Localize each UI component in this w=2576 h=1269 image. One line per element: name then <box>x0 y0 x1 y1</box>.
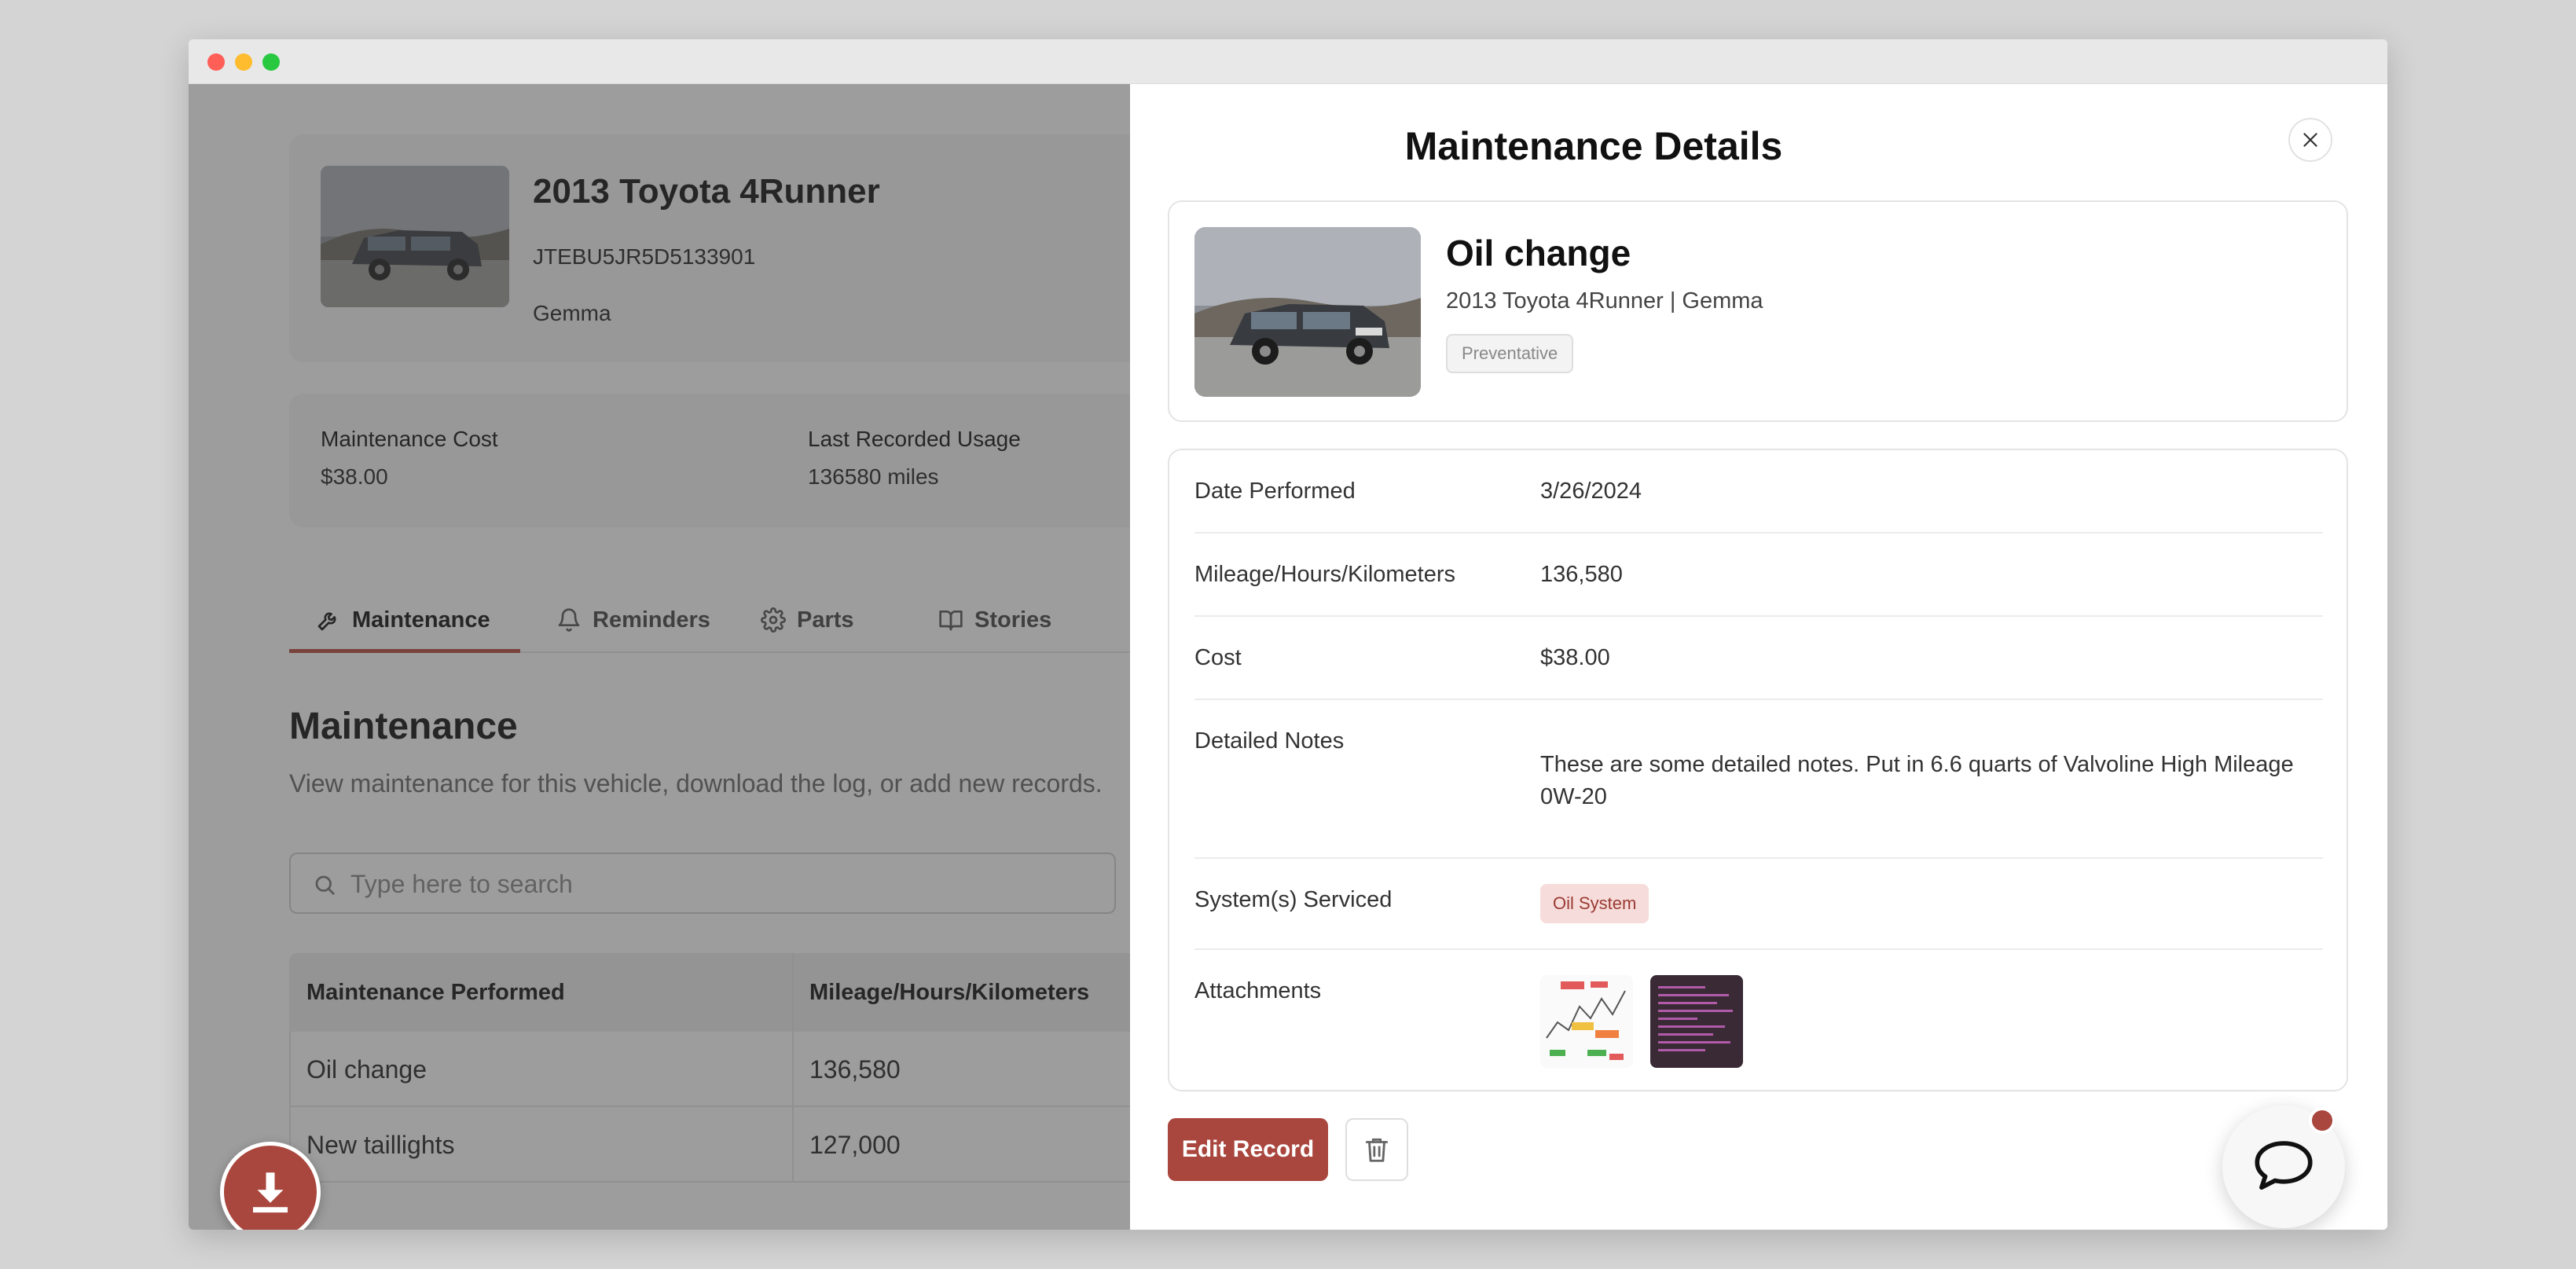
detail-label: Detailed Notes <box>1194 728 1345 754</box>
detail-value: 136,580 <box>1540 562 1623 587</box>
attachment-thumbnail[interactable] <box>1540 975 1633 1068</box>
detail-label: Mileage/Hours/Kilometers <box>1194 562 1456 587</box>
detail-row-systems: System(s) Serviced Oil System <box>1194 859 2323 950</box>
detail-notes-value: These are some detailed notes. Put in 6.… <box>1540 752 2294 809</box>
download-icon <box>253 1172 288 1213</box>
window-titlebar <box>189 39 2387 84</box>
edit-record-button[interactable]: Edit Record <box>1168 1118 1328 1181</box>
chat-notification-badge <box>2309 1107 2336 1134</box>
modal-backdrop[interactable] <box>189 84 1130 1230</box>
detail-row-date: Date Performed 3/26/2024 <box>1194 450 2323 534</box>
record-subtitle: 2013 Toyota 4Runner | Gemma <box>1446 288 1763 314</box>
attachment-thumbnail[interactable] <box>1650 975 1743 1068</box>
record-details-card: Date Performed 3/26/2024 Mileage/Hours/K… <box>1168 449 2348 1091</box>
maximize-window-button[interactable] <box>262 53 280 71</box>
detail-row-notes: Detailed Notes These are some detailed n… <box>1194 700 2323 859</box>
trash-icon <box>1365 1138 1389 1162</box>
minimize-window-button[interactable] <box>235 53 252 71</box>
record-summary-card: Oil change 2013 Toyota 4Runner | Gemma P… <box>1168 200 2348 422</box>
vehicle-page: 2013 Toyota 4Runner JTEBU5JR5D5133901 Ge… <box>189 84 1130 1230</box>
drawer-title: Maintenance Details <box>1404 124 1783 168</box>
detail-row-cost: Cost $38.00 <box>1194 617 2323 700</box>
record-title: Oil change <box>1446 233 1631 273</box>
system-badge: Oil System <box>1540 884 1649 923</box>
record-vehicle-photo <box>1194 227 1421 397</box>
detail-value: $38.00 <box>1540 645 1610 670</box>
close-drawer-button[interactable] <box>2288 118 2332 162</box>
detail-label: Cost <box>1194 645 1242 670</box>
maintenance-details-drawer: Maintenance Details Oil change 2013 Toyo… <box>1130 84 2387 1230</box>
app-window: 2013 Toyota 4Runner JTEBU5JR5D5133901 Ge… <box>189 39 2387 1230</box>
detail-value: 3/26/2024 <box>1540 479 1642 504</box>
category-badge: Preventative <box>1446 334 1574 373</box>
close-window-button[interactable] <box>207 53 225 71</box>
detail-row-attachments: Attachments <box>1194 950 2323 1091</box>
app-content: 2013 Toyota 4Runner JTEBU5JR5D5133901 Ge… <box>189 84 2387 1230</box>
chat-bubble-icon <box>2255 1141 2313 1190</box>
delete-record-button[interactable] <box>1345 1118 1408 1181</box>
detail-row-mileage: Mileage/Hours/Kilometers 136,580 <box>1194 534 2323 617</box>
detail-label: Attachments <box>1194 978 1322 1003</box>
close-icon <box>2303 133 2317 147</box>
detail-label: System(s) Serviced <box>1194 887 1393 912</box>
detail-label: Date Performed <box>1194 479 1356 504</box>
